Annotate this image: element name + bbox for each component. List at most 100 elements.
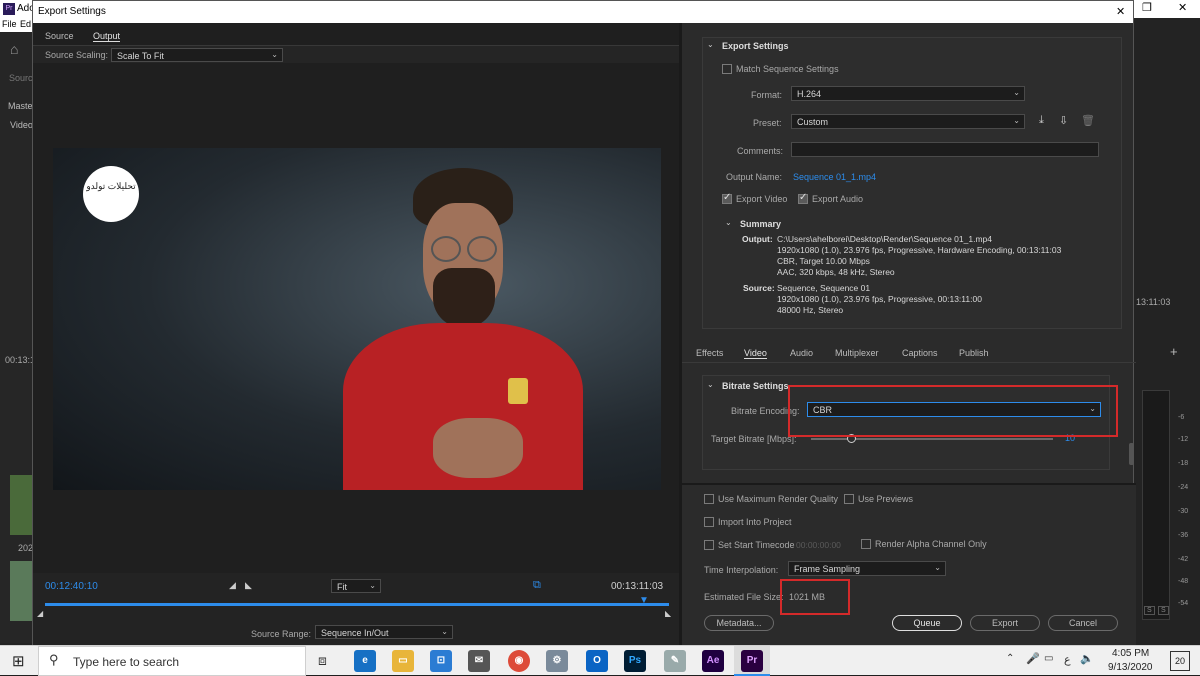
use-previews-checkbox[interactable]	[844, 494, 854, 504]
summary-source-line: Sequence, Sequence 01	[777, 283, 871, 293]
photoshop-icon[interactable]: Ps	[624, 650, 646, 672]
clock-date[interactable]: 9/13/2020	[1108, 662, 1153, 673]
bin-thumbnail-2[interactable]	[10, 561, 32, 621]
taskbar-search[interactable]: ⚲ Type here to search	[38, 646, 306, 676]
start-timecode-value[interactable]: 00:00:00:00	[796, 540, 841, 550]
add-icon[interactable]: +	[1170, 344, 1178, 359]
task-view-icon[interactable]: ⧈	[318, 652, 327, 669]
playback-area: 00:12:40:10 ◢ ◣ Fit ⌄ ⧉ 00:13:11:03 ▼ ◢ …	[33, 573, 679, 645]
tab-publish[interactable]: Publish	[959, 348, 989, 358]
battery-icon[interactable]: ▭	[1044, 653, 1053, 664]
tab-video[interactable]: Video	[744, 348, 767, 359]
cancel-button[interactable]: Cancel	[1048, 615, 1118, 631]
windows-start-icon[interactable]: ⊞	[12, 652, 25, 670]
file-explorer-icon[interactable]: ▭	[392, 650, 414, 672]
app-icon[interactable]: ⚙	[546, 650, 568, 672]
clock-time[interactable]: 4:05 PM	[1112, 648, 1149, 659]
range-end-icon[interactable]: ◣	[665, 609, 671, 618]
notification-icon[interactable]: 20	[1170, 651, 1190, 671]
delete-preset-icon[interactable]: 🗑	[1081, 114, 1095, 127]
save-preset-icon[interactable]: ⤓	[1039, 114, 1044, 127]
file-size-label: Estimated File Size:	[704, 592, 784, 602]
max-render-checkbox[interactable]	[704, 494, 714, 504]
tab-audio[interactable]: Audio	[790, 348, 813, 358]
meter-tick: -48	[1178, 578, 1189, 585]
settings-pane: ⌄ Export Settings Match Sequence Setting…	[679, 23, 1136, 645]
outlook-icon[interactable]: O	[586, 650, 608, 672]
program-timecode: 13:11:03	[1136, 297, 1171, 307]
edge-icon[interactable]: e	[354, 650, 376, 672]
metadata-button[interactable]: Metadata...	[704, 615, 774, 631]
aspect-icon[interactable]: ⧉	[533, 579, 541, 592]
output-name-link[interactable]: Sequence 01_1.mp4	[793, 172, 876, 182]
chevron-down-icon: ⌄	[441, 627, 448, 636]
menu-edit[interactable]: Ed	[20, 19, 31, 29]
export-button[interactable]: Export	[970, 615, 1040, 631]
source-range-dropdown[interactable]: Sequence In/Out ⌄	[315, 625, 453, 639]
paint-icon[interactable]: ✎	[664, 650, 686, 672]
render-alpha-label: Render Alpha Channel Only	[875, 539, 987, 549]
bitrate-collapse-icon[interactable]: ⌄	[707, 380, 714, 389]
comments-label: Comments:	[737, 146, 784, 156]
tab-multiplexer[interactable]: Multiplexer	[835, 348, 879, 358]
premiere-left-strip: ⌂ Sourc Maste Video 00:13:1 202	[0, 33, 35, 643]
target-bitrate-slider[interactable]	[811, 434, 1053, 443]
fit-dropdown[interactable]: Fit ⌄	[331, 579, 381, 593]
home-icon[interactable]: ⌂	[10, 41, 18, 57]
chevron-up-icon[interactable]: ⌃	[1006, 653, 1014, 664]
tab-source[interactable]: Source	[45, 31, 74, 41]
volume-icon[interactable]: 🔈	[1080, 652, 1094, 665]
import-preset-icon[interactable]: ⇩	[1059, 114, 1068, 127]
range-start-icon[interactable]: ◢	[37, 609, 43, 618]
playhead-icon[interactable]: ▼	[639, 595, 649, 606]
chrome-icon[interactable]: ◉	[508, 650, 530, 672]
export-audio-checkbox[interactable]	[798, 192, 808, 204]
after-effects-icon[interactable]: Ae	[702, 650, 724, 672]
dialog-close-icon[interactable]: ✕	[1116, 5, 1125, 18]
match-sequence-checkbox[interactable]	[722, 64, 732, 74]
lang-indicator[interactable]: ع	[1064, 653, 1071, 666]
premiere-right-strip: 13:11:03 + -6 -12 -18 -24 -30 -36 -42 -4…	[1134, 22, 1200, 643]
menu-file[interactable]: File	[2, 19, 17, 29]
target-bitrate-label: Target Bitrate [Mbps]:	[711, 434, 797, 444]
export-settings-header: Export Settings	[722, 41, 789, 51]
summary-source: Sequence, Sequence 01 1920x1080 (1.0), 2…	[777, 283, 1117, 316]
scrollbar-thumb[interactable]	[1129, 443, 1134, 465]
tab-effects[interactable]: Effects	[696, 348, 723, 358]
start-timecode-checkbox[interactable]	[704, 540, 714, 550]
store-icon[interactable]: ⊡	[430, 650, 452, 672]
mark-out-icon[interactable]: ◣	[245, 580, 252, 591]
meter-tick: -18	[1178, 460, 1189, 467]
dialog-titlebar: Export Settings ✕	[33, 1, 1133, 23]
premiere-close-icon[interactable]: ✕	[1178, 1, 1187, 14]
collapse-icon[interactable]: ⌄	[707, 40, 714, 49]
queue-button[interactable]: Queue	[892, 615, 962, 631]
summary-collapse-icon[interactable]: ⌄	[725, 218, 732, 227]
microphone-icon[interactable]: 🎤	[1026, 652, 1040, 665]
current-time[interactable]: 00:12:40:10	[45, 581, 98, 592]
premiere-icon[interactable]: Pr	[741, 650, 763, 672]
video-preview: تحليلات تولدو	[53, 148, 661, 490]
export-video-checkbox[interactable]	[722, 192, 732, 204]
render-alpha-checkbox[interactable]	[861, 539, 871, 549]
timeline-bar[interactable]	[45, 603, 669, 606]
import-project-checkbox[interactable]	[704, 517, 714, 527]
meter-tick: -54	[1178, 600, 1189, 607]
mail-icon[interactable]: ✉	[468, 650, 490, 672]
solo-button[interactable]: S	[1158, 606, 1169, 615]
output-name-label: Output Name:	[726, 172, 783, 182]
comments-input[interactable]	[791, 142, 1099, 157]
mark-in-icon[interactable]: ◢	[229, 580, 236, 591]
bin-thumbnail-1[interactable]	[10, 475, 32, 535]
source-scaling-dropdown[interactable]: Scale To Fit ⌄	[111, 48, 283, 62]
solo-button[interactable]: S	[1144, 606, 1155, 615]
highlight-box-file-size	[780, 579, 850, 615]
tab-output[interactable]: Output	[93, 31, 121, 42]
channel-logo: تحليلات تولدو	[83, 166, 139, 222]
windows-taskbar: ⊞ ⚲ Type here to search ⧈ e ▭ ⊡ ✉ ◉ ⚙ O …	[0, 645, 1200, 676]
restore-icon[interactable]: ❐	[1142, 1, 1152, 14]
time-interp-dropdown[interactable]: Frame Sampling ⌄	[788, 561, 946, 576]
preset-dropdown[interactable]: Custom ⌄	[791, 114, 1025, 129]
format-dropdown[interactable]: H.264 ⌄	[791, 86, 1025, 101]
tab-captions[interactable]: Captions	[902, 348, 938, 358]
